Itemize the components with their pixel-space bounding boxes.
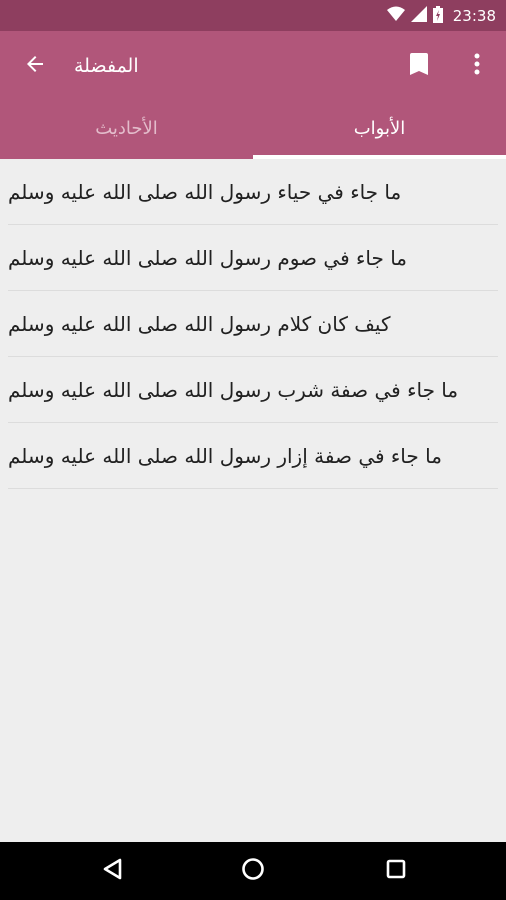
nav-back-button[interactable] <box>92 851 132 891</box>
favorites-list: ما جاء في حياء رسول الله صلى الله عليه و… <box>0 159 506 489</box>
status-time: 23:38 <box>452 7 496 25</box>
wifi-icon <box>386 6 405 26</box>
more-vert-icon <box>474 53 480 79</box>
battery-icon <box>432 5 443 27</box>
list-item-text: كيف كان كلام رسول الله صلى الله عليه وسل… <box>8 311 391 336</box>
bookmark-icon <box>410 53 428 79</box>
status-icons: 23:38 <box>386 5 496 27</box>
tab-chapters[interactable]: الأبواب <box>253 101 506 159</box>
list-item[interactable]: ما جاء في صفة شرب رسول الله صلى الله علي… <box>8 357 498 423</box>
app-bar: المفضلة <box>0 31 506 101</box>
tab-bar: الأحاديث الأبواب <box>0 101 506 159</box>
list-item-text: ما جاء في حياء رسول الله صلى الله عليه و… <box>8 179 402 204</box>
tab-hadiths[interactable]: الأحاديث <box>0 101 253 159</box>
nav-recent-button[interactable] <box>376 851 416 891</box>
nav-home-icon <box>241 857 265 885</box>
signal-icon <box>410 6 427 26</box>
nav-home-button[interactable] <box>233 851 273 891</box>
list-item[interactable]: ما جاء في صفة إزار رسول الله صلى الله عل… <box>8 423 498 489</box>
list-item-text: ما جاء في صفة شرب رسول الله صلى الله علي… <box>8 377 459 402</box>
nav-recent-icon <box>385 858 407 884</box>
back-button[interactable] <box>12 43 58 89</box>
list-item[interactable]: ما جاء في صوم رسول الله صلى الله عليه وس… <box>8 225 498 291</box>
back-arrow-icon <box>23 52 47 80</box>
nav-back-icon <box>101 857 123 885</box>
list-item-text: ما جاء في صوم رسول الله صلى الله عليه وس… <box>8 245 408 270</box>
list-item[interactable]: ما جاء في حياء رسول الله صلى الله عليه و… <box>8 159 498 225</box>
list-item[interactable]: كيف كان كلام رسول الله صلى الله عليه وسل… <box>8 291 498 357</box>
page-title: المفضلة <box>74 55 139 77</box>
status-bar: 23:38 <box>0 0 506 31</box>
system-nav-bar <box>0 842 506 900</box>
more-options-button[interactable] <box>454 43 500 89</box>
list-item-text: ما جاء في صفة إزار رسول الله صلى الله عل… <box>8 443 442 468</box>
bookmark-button[interactable] <box>396 43 442 89</box>
